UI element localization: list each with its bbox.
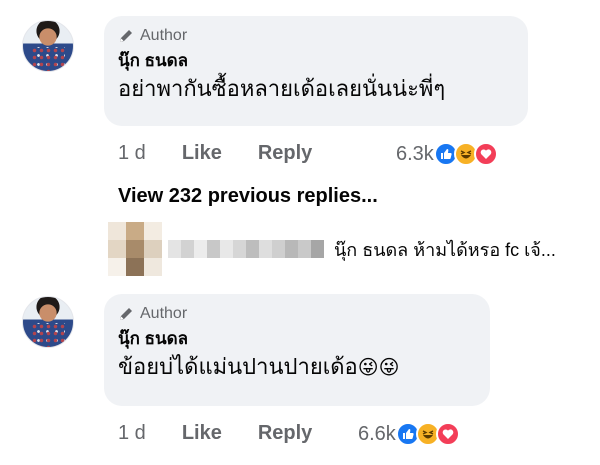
author-badge-label: Author (140, 27, 188, 44)
reaction-summary[interactable]: 6.3k (396, 142, 498, 166)
view-previous-replies-link[interactable]: View 232 previous replies... (118, 185, 378, 208)
reaction-summary[interactable]: 6.6k (358, 422, 460, 446)
author-badge: Author (118, 26, 514, 46)
like-button[interactable]: Like (182, 142, 222, 165)
reply-preview[interactable]: นุ๊ก ธนดล ห้ามได้หรอ fc เจ้... (108, 222, 556, 276)
comment-bubble: Author นุ๊ก ธนดล อย่าพากันซื้อหลายเด้อเล… (104, 16, 528, 126)
reply-button[interactable]: Reply (258, 142, 312, 165)
blurred-name (168, 240, 324, 258)
avatar[interactable] (22, 296, 74, 348)
comment-text: ข้อยบ่ได้แม่นปานปายเด้อ (118, 354, 358, 379)
commenter-name[interactable]: นุ๊ก ธนดล (118, 328, 476, 350)
comment-text-row: ข้อยบ่ได้แม่นปานปายเด้อ😜😜 (118, 352, 476, 383)
timestamp[interactable]: 1 d (118, 422, 146, 445)
love-icon (473, 142, 498, 166)
author-badge-label: Author (140, 305, 188, 322)
author-badge: Author (118, 304, 476, 324)
reaction-count: 6.3k (396, 142, 434, 165)
comment-actions: 1 d Like Reply (118, 422, 312, 445)
blurred-avatar (108, 222, 162, 276)
comment-actions: 1 d Like Reply (118, 142, 312, 165)
reply-preview-text: นุ๊ก ธนดล ห้ามได้หรอ fc เจ้... (334, 239, 556, 260)
comment-text: อย่าพากันซื้อหลายเด้อเลยนั่นน่ะพี่ๆ (118, 76, 446, 101)
reply-button[interactable]: Reply (258, 422, 312, 445)
timestamp[interactable]: 1 d (118, 142, 146, 165)
winking-tongue-emoji: 😜😜 (357, 357, 400, 379)
pen-icon (120, 30, 132, 42)
commenter-name[interactable]: นุ๊ก ธนดล (118, 50, 514, 72)
avatar[interactable] (22, 20, 74, 72)
pen-icon (120, 308, 132, 320)
like-button[interactable]: Like (182, 422, 222, 445)
comment-bubble: Author นุ๊ก ธนดล ข้อยบ่ได้แม่นปานปายเด้อ… (104, 294, 490, 406)
love-icon (435, 422, 460, 446)
reaction-count: 6.6k (358, 422, 396, 445)
